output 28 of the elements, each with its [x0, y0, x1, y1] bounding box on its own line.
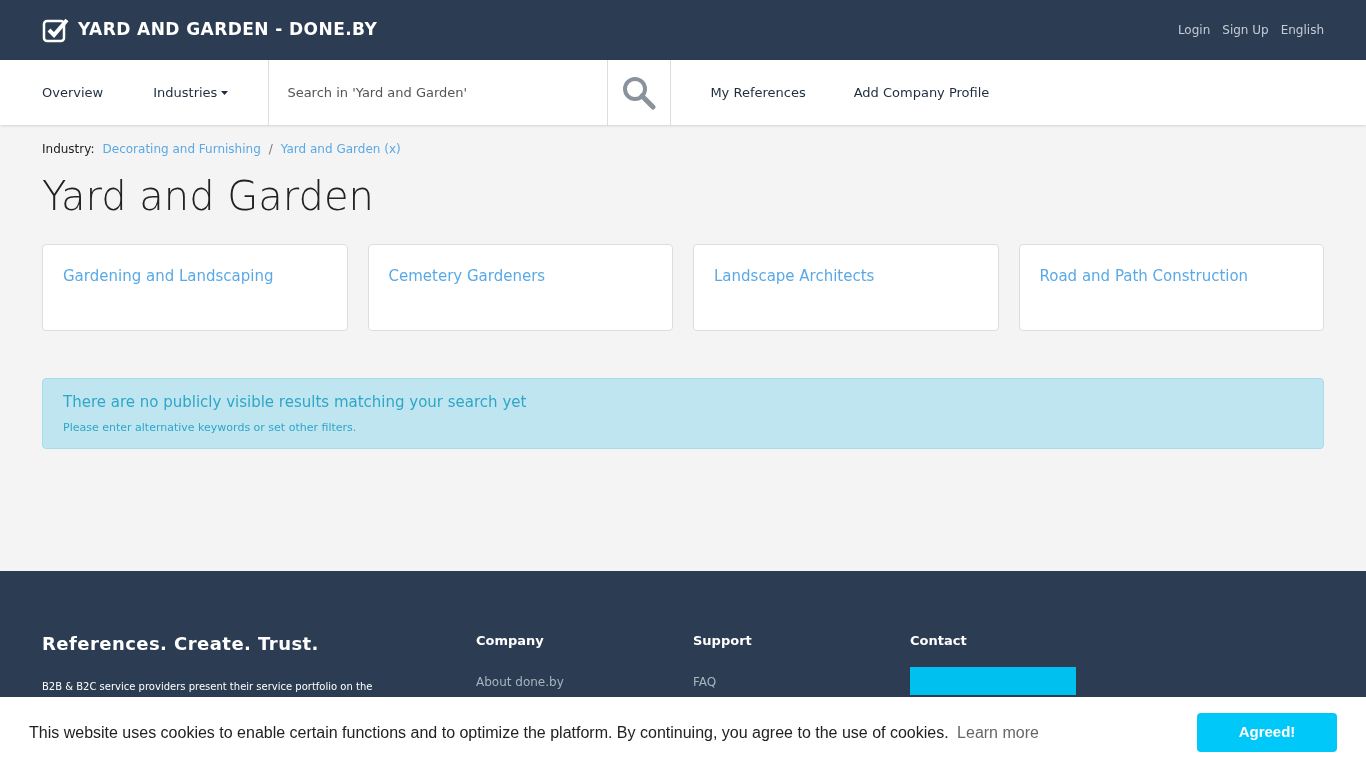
cookie-text: This website uses cookies to enable certain functions and to optimize the platform. By continuing, you agree to the use of cookies. Learn more — [29, 722, 1039, 743]
header-link[interactable]: Sign Up — [1222, 21, 1269, 39]
page-heading: Yard and Garden — [42, 172, 375, 221]
header-link[interactable]: Login — [1177, 21, 1211, 39]
footer-link[interactable]: FAQ — [693, 672, 910, 691]
search-button[interactable] — [607, 60, 672, 125]
search-icon — [622, 75, 657, 110]
nav-link[interactable]: Overview — [42, 82, 104, 103]
footer-text: B2B & B2C service providers present their service portfolio on the — [42, 680, 374, 694]
search-field[interactable]: Search in 'Yard and Garden' — [268, 60, 608, 125]
site-title[interactable]: YARD AND GARDEN - DONE.BY — [78, 17, 378, 43]
header-link[interactable]: English — [1280, 21, 1324, 39]
logo-banner[interactable] — [910, 666, 1076, 695]
caret-icon — [221, 90, 229, 95]
dropdown-link[interactable]: Industries — [153, 82, 229, 103]
nav-link[interactable]: My References — [710, 82, 806, 103]
checkbox-icon — [42, 17, 70, 43]
alert-title: There are no publicly visible results matching your search yet — [63, 392, 528, 413]
nav-link[interactable]: Add Company Profile — [853, 82, 990, 103]
footer-slogan: References. Create. Trust. — [42, 632, 320, 656]
breadcrumb-label: Industry: — [42, 141, 95, 158]
footer-heading: Support — [693, 632, 753, 650]
footer-heading: Contact — [910, 632, 968, 650]
footer-heading: Company — [476, 632, 545, 650]
breadcrumb-separator: / — [268, 141, 273, 158]
learn-more-link[interactable]: Learn more — [957, 723, 1039, 741]
alert-text: Please enter alternative keywords or set other filters. — [63, 419, 358, 436]
footer-link[interactable]: About done.by — [476, 672, 693, 691]
